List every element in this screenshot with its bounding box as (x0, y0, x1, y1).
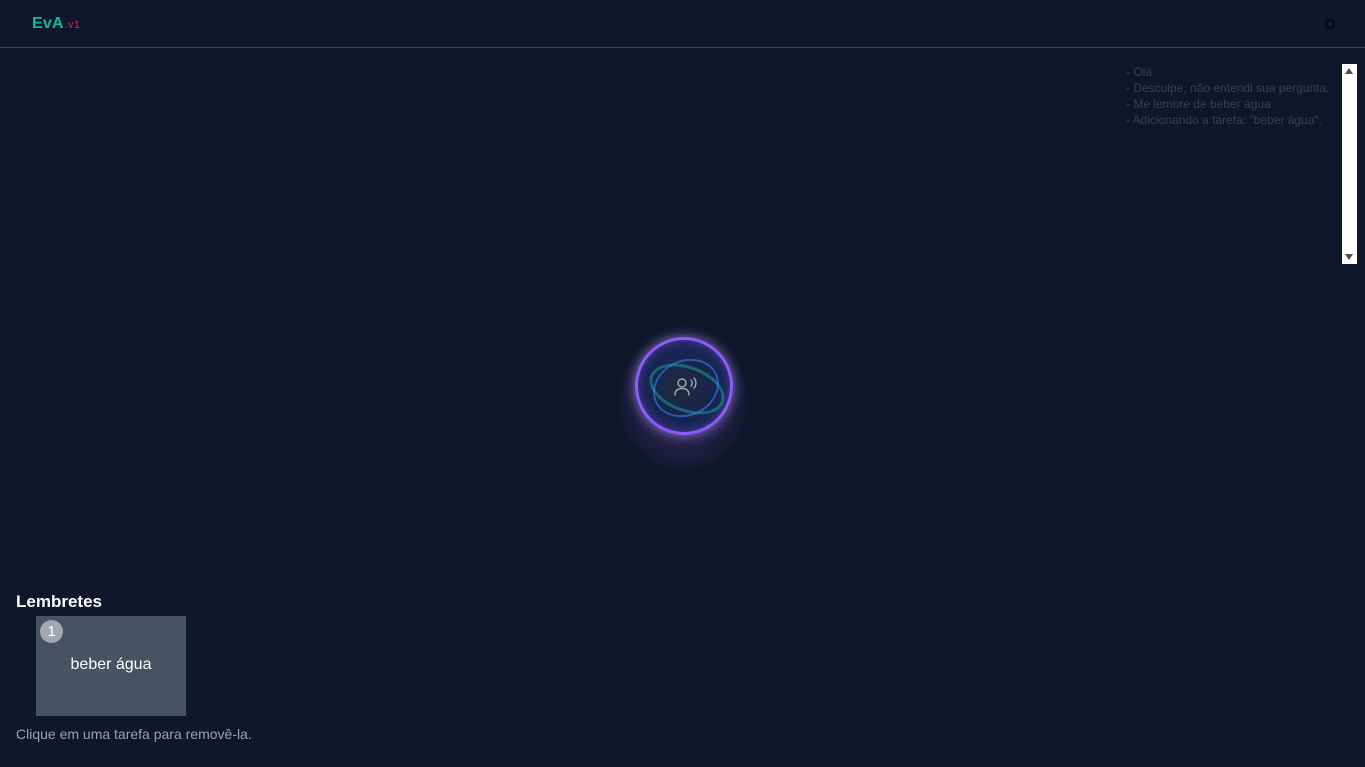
reminders-hint: Clique em uma tarefa para removê-la. (16, 726, 252, 742)
log-line: - Adicionando a tarefa: "beber água". (1126, 113, 1322, 127)
log-scrollbar[interactable] (1342, 64, 1357, 264)
orb-core (635, 337, 733, 435)
reminders-title: Lembretes (16, 592, 102, 611)
version-label: .v1 (64, 19, 81, 31)
conversation-log-text: - Olá - Desculpe, não entendi sua pergun… (1126, 64, 1342, 264)
logo-text: EvA (32, 15, 64, 32)
conversation-log[interactable]: - Olá - Desculpe, não entendi sua pergun… (1126, 64, 1357, 264)
status-dot-icon[interactable] (1325, 19, 1335, 29)
log-line: - Me lembre de beber água (1126, 97, 1271, 111)
voice-recognition-icon (674, 377, 697, 396)
scroll-up-arrow-icon[interactable] (1345, 68, 1353, 74)
log-line: - Desculpe, não entendi sua pergunta. (1126, 81, 1330, 95)
reminder-text: beber água (70, 656, 152, 673)
scroll-down-arrow-icon[interactable] (1345, 254, 1353, 260)
log-line: - Olá (1126, 65, 1153, 79)
reminder-number-badge: 1 (40, 620, 63, 643)
top-bar: EvA.v1 (0, 0, 1365, 48)
voice-assistant-orb[interactable] (618, 330, 748, 470)
app-logo: EvA.v1 (32, 15, 80, 33)
reminder-card[interactable]: 1 beber água (36, 616, 186, 716)
